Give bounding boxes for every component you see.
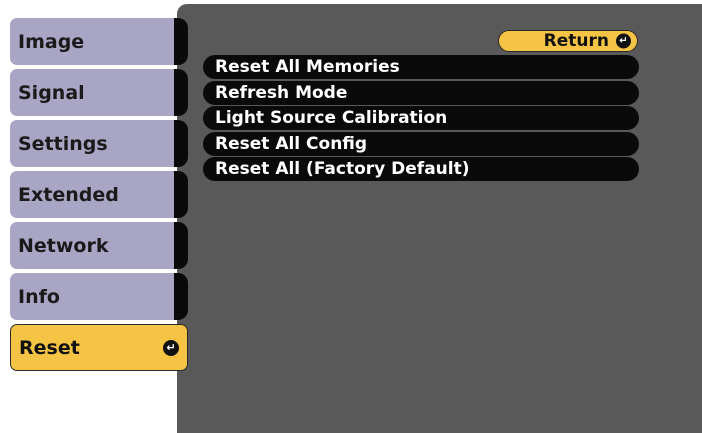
tab-signal[interactable]: Signal bbox=[10, 69, 188, 116]
return-button[interactable]: Return ↵ bbox=[498, 30, 638, 52]
tab-label: Extended bbox=[18, 183, 119, 206]
tab-label: Info bbox=[18, 285, 60, 308]
reset-all-config-item[interactable]: Reset All Config bbox=[203, 131, 639, 156]
tab-label: Signal bbox=[18, 81, 85, 104]
enter-icon: ↵ bbox=[616, 33, 631, 49]
tab-network[interactable]: Network bbox=[10, 222, 188, 269]
tab-image[interactable]: Image bbox=[10, 18, 188, 65]
reset-all-memories-item[interactable]: Reset All Memories bbox=[203, 55, 639, 79]
tab-label: Settings bbox=[18, 132, 108, 155]
tab-info[interactable]: Info bbox=[10, 273, 188, 320]
enter-icon: ↵ bbox=[163, 339, 179, 356]
light-source-calibration-item[interactable]: Light Source Calibration bbox=[203, 106, 639, 130]
return-label: Return bbox=[543, 31, 609, 51]
tab-label: Image bbox=[18, 30, 85, 53]
tab-label: Network bbox=[18, 234, 109, 257]
reset-all-factory-default-item[interactable]: Reset All (Factory Default) bbox=[203, 157, 639, 181]
tab-reset[interactable]: Reset ↵ bbox=[10, 324, 188, 371]
reset-options-list: Reset All Memories Refresh Mode Light So… bbox=[203, 55, 639, 183]
tab-settings[interactable]: Settings bbox=[10, 120, 188, 167]
refresh-mode-item[interactable]: Refresh Mode bbox=[203, 80, 639, 105]
tab-label: Reset bbox=[19, 336, 80, 359]
tab-extended[interactable]: Extended bbox=[10, 171, 188, 218]
